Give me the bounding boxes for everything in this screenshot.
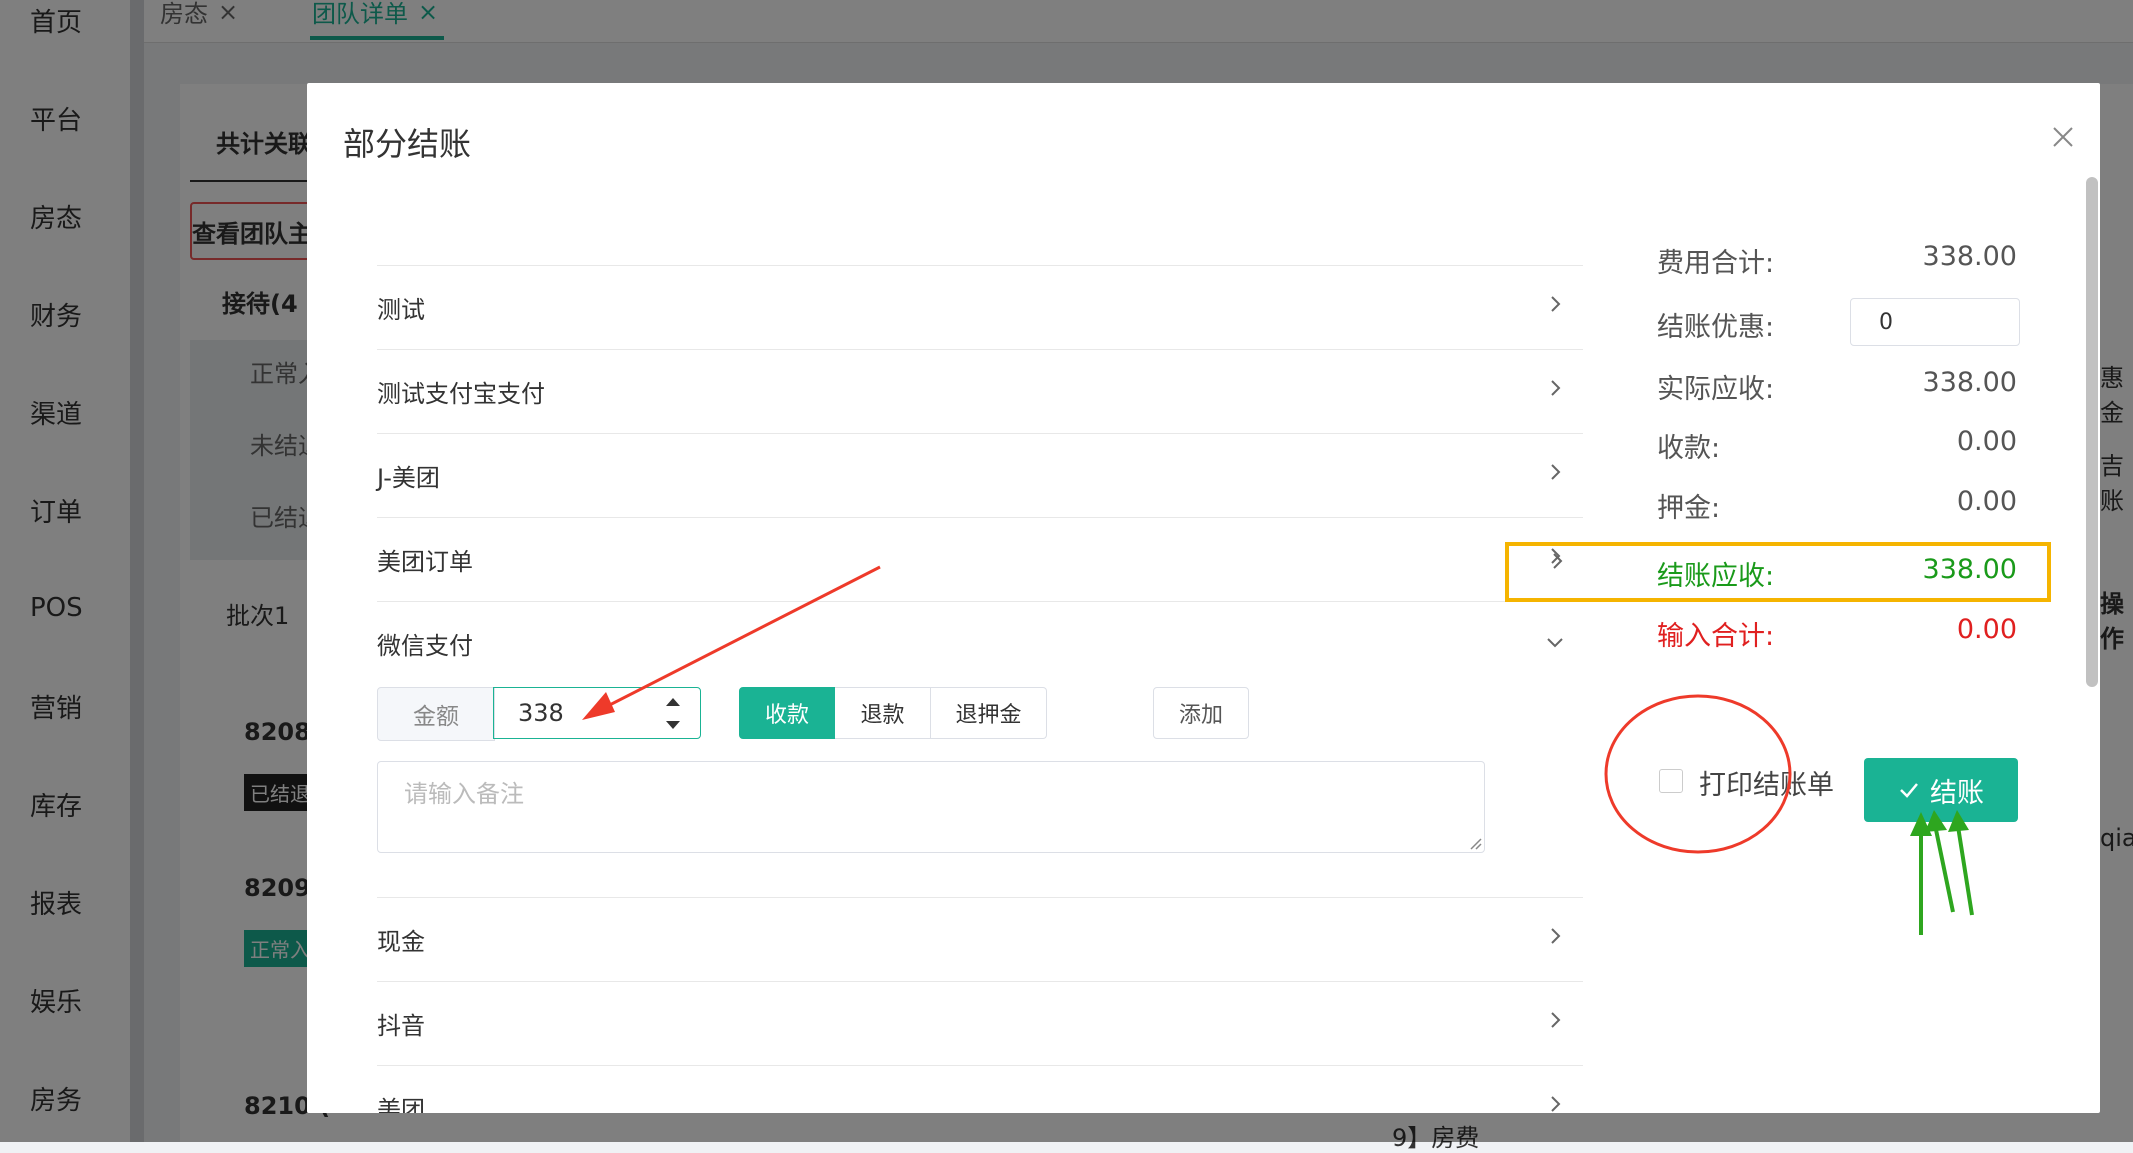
check-icon <box>1900 783 1918 798</box>
summary-label: 实际应收: <box>1657 374 1775 405</box>
partial-checkout-dialog: 部分结账 测试 测试支付宝支付 J-美团 美团订单 微信支付 金额 338 收款… <box>307 83 2100 1113</box>
print-checkbox[interactable] <box>1659 769 1683 793</box>
print-label[interactable]: 打印结账单 <box>1699 763 1834 802</box>
summary-label: 费用合计: <box>1657 248 1775 279</box>
increment-icon[interactable] <box>666 698 680 706</box>
collect-button[interactable]: 收款 <box>739 687 835 739</box>
amount-input[interactable]: 338 <box>493 687 701 739</box>
payment-method-label: 微信支付 <box>377 632 473 660</box>
summary-label: 押金: <box>1657 493 1721 524</box>
chevron-right-icon <box>1553 553 1563 569</box>
payment-method-label: 美团订单 <box>377 548 473 576</box>
payment-method-row[interactable]: J-美团 <box>377 433 1583 518</box>
chevron-right-icon <box>1551 1012 1561 1028</box>
payment-method-label: 美团 <box>377 1096 425 1113</box>
discount-value: 0 <box>1879 309 1893 335</box>
payment-method-row[interactable]: 现金 <box>377 897 1583 982</box>
summary-actual-receivable: 实际应收: 338.00 <box>1657 367 2017 407</box>
summary-label: 收款: <box>1657 433 1721 464</box>
chevron-right-icon <box>1551 928 1561 944</box>
summary-value: 0.00 <box>1956 614 2017 645</box>
summary-label: 结账优惠: <box>1657 312 1775 343</box>
summary-total-fee: 费用合计: 338.00 <box>1657 241 2017 281</box>
payment-method-row[interactable]: 美团订单 <box>377 517 1583 602</box>
payment-method-row[interactable]: 抖音 <box>377 981 1583 1066</box>
summary-received: 收款: 0.00 <box>1657 426 2017 466</box>
summary-value: 338.00 <box>1922 241 2017 272</box>
summary-value: 0.00 <box>1956 486 2017 517</box>
scrollbar[interactable] <box>2086 177 2098 687</box>
resize-handle-icon[interactable] <box>1468 836 1482 850</box>
close-icon[interactable] <box>2049 123 2077 151</box>
checkout-label: 结账 <box>1930 777 1984 809</box>
summary-label: 结账应收: <box>1657 561 1775 592</box>
summary-input-total: 输入合计: 0.00 <box>1657 614 2017 654</box>
summary-value: 338.00 <box>1922 367 2017 398</box>
payment-method-label: 测试 <box>377 296 425 324</box>
amount-input-group: 金额 338 <box>377 687 703 741</box>
chevron-right-icon <box>1551 464 1561 480</box>
summary-value: 0.00 <box>1956 426 2017 457</box>
payment-method-row[interactable]: 测试 <box>377 265 1583 350</box>
chevron-right-icon <box>1551 380 1561 396</box>
chevron-right-icon <box>1551 1096 1561 1112</box>
amount-label: 金额 <box>377 687 495 741</box>
refund-deposit-button[interactable]: 退押金 <box>931 687 1047 739</box>
discount-input[interactable]: 0 <box>1850 298 2020 346</box>
add-button[interactable]: 添加 <box>1153 687 1249 739</box>
dialog-title: 部分结账 <box>343 125 472 163</box>
chevron-right-icon <box>1551 296 1561 312</box>
summary-checkout-receivable: 结账应收: 338.00 <box>1657 554 2017 594</box>
payment-method-row[interactable]: 美团 <box>377 1065 1583 1113</box>
chevron-down-icon <box>1547 638 1563 648</box>
decrement-icon[interactable] <box>666 721 680 729</box>
payment-method-label: 抖音 <box>377 1012 425 1040</box>
payment-method-row[interactable]: 测试支付宝支付 <box>377 349 1583 434</box>
remark-placeholder: 请输入备注 <box>404 780 524 808</box>
payment-method-row-expanded[interactable]: 微信支付 <box>377 601 1583 666</box>
summary-label: 输入合计: <box>1657 621 1775 652</box>
checkout-button[interactable]: 结账 <box>1864 758 2018 822</box>
summary-value: 338.00 <box>1922 554 2017 585</box>
refund-button[interactable]: 退款 <box>835 687 931 739</box>
payment-method-label: J-美团 <box>377 464 440 492</box>
payment-method-label: 测试支付宝支付 <box>377 380 545 408</box>
remark-textarea[interactable]: 请输入备注 <box>377 761 1485 853</box>
amount-value: 338 <box>518 699 564 727</box>
summary-deposit: 押金: 0.00 <box>1657 486 2017 526</box>
action-button-group: 收款 退款 退押金 <box>739 687 1047 739</box>
payment-method-label: 现金 <box>377 928 425 956</box>
